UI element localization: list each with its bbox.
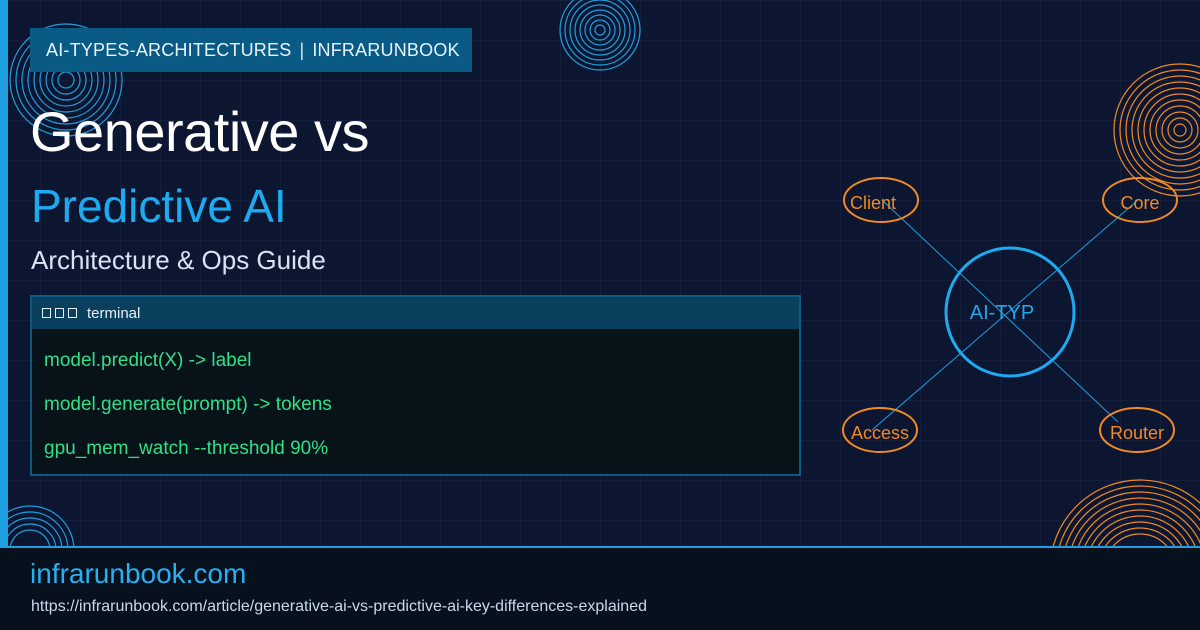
node-core-label: Core [1120, 193, 1159, 213]
category-tag: AI-TYPES-ARCHITECTURES | INFRARUNBOOK [30, 28, 472, 72]
window-control-icon [68, 308, 77, 318]
architecture-diagram: AI-TYP Client Core Access Router [842, 177, 1178, 453]
footer-domain-link[interactable]: infrarunbook.com [30, 558, 246, 590]
center-node-label: AI-TYP [970, 302, 1034, 324]
og-card: AI-TYPES-ARCHITECTURES | INFRARUNBOOK Ge… [0, 0, 1200, 630]
terminal-line: model.predict(X) -> label [44, 350, 252, 371]
terminal-line: model.generate(prompt) -> tokens [44, 394, 332, 415]
page-subtitle: Predictive AI [31, 180, 287, 232]
site-label: INFRARUNBOOK [312, 39, 460, 60]
terminal-window: terminal model.predict(X) -> label model… [30, 295, 801, 476]
terminal-header: terminal [32, 297, 799, 329]
window-controls-icon [42, 308, 77, 318]
category-label: AI-TYPES-ARCHITECTURES [46, 39, 292, 60]
node-access-label: Access [851, 423, 909, 443]
tag-separator: | [299, 39, 305, 60]
terminal-title: terminal [87, 304, 141, 322]
window-control-icon [42, 308, 51, 318]
footer: infrarunbook.com https://infrarunbook.co… [0, 546, 1200, 630]
page-tagline: Architecture & Ops Guide [31, 245, 326, 275]
circles-top-center [559, 0, 641, 71]
window-control-icon [55, 308, 64, 318]
page-title: Generative vs [30, 100, 370, 163]
footer-article-url[interactable]: https://infrarunbook.com/article/generat… [31, 598, 647, 616]
terminal-body: model.predict(X) -> label model.generate… [32, 329, 799, 471]
node-router-label: Router [1110, 423, 1164, 443]
node-client-label: Client [850, 193, 896, 213]
terminal-line: gpu_mem_watch --threshold 90% [44, 438, 329, 459]
